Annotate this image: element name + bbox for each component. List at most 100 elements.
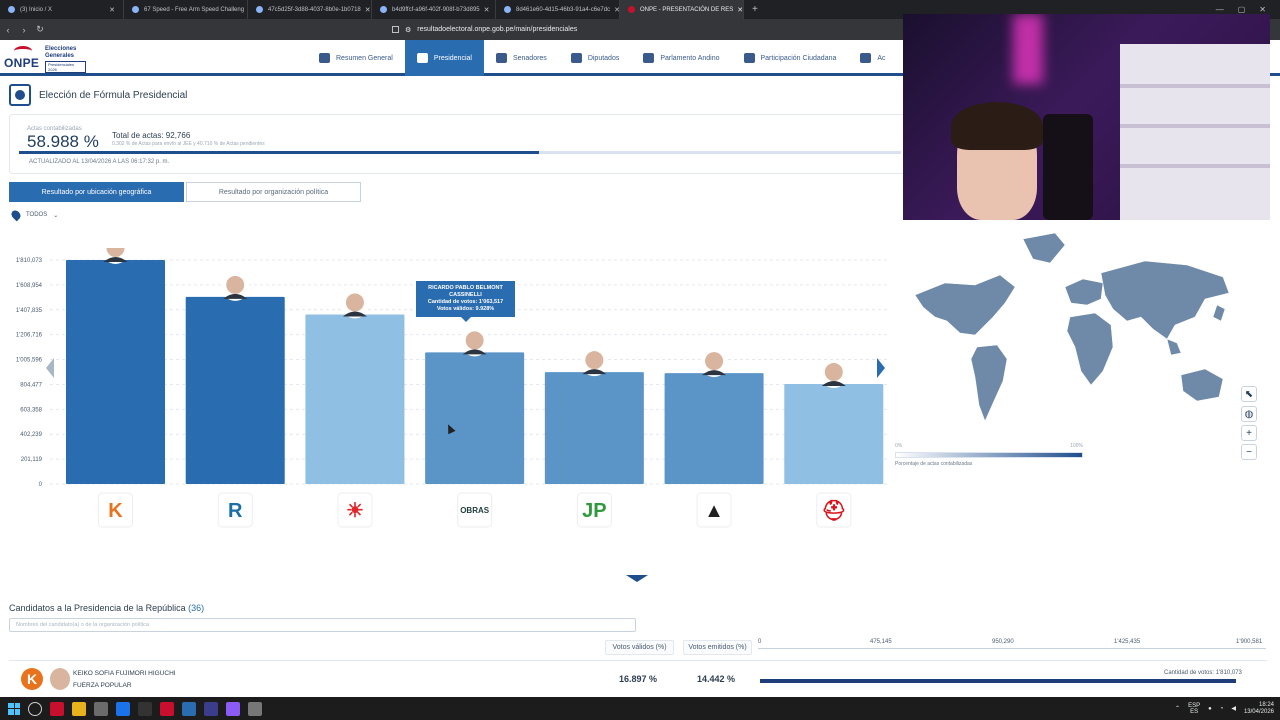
country-shape[interactable]: [1166, 338, 1182, 356]
nav-parlamento-andino[interactable]: Parlamento Andino: [631, 40, 731, 76]
candidate-search-input[interactable]: Nombres del candidato(a) o de la organiz…: [9, 618, 636, 632]
app-icon[interactable]: [138, 701, 152, 716]
browser-tab[interactable]: 47c5d25f-3d88-4037-8b0e-1b0718 ✕: [248, 0, 372, 19]
party-logo-icon: OBRAS: [460, 506, 490, 515]
country-shape[interactable]: [1212, 304, 1226, 322]
tab-geographic[interactable]: Resultado por ubicación geográfica: [9, 182, 184, 202]
forward-icon[interactable]: ›: [16, 25, 32, 35]
total-actas: Total de actas: 92,766: [112, 131, 191, 140]
minimize-icon[interactable]: —: [1216, 5, 1224, 14]
volume-icon[interactable]: ◀: [1231, 705, 1236, 712]
app-icon[interactable]: [226, 701, 240, 716]
col-emitted-votes[interactable]: Votos emitidos (%): [683, 640, 752, 655]
bookmark-icon[interactable]: [392, 26, 399, 33]
nav-actas[interactable]: Ac: [848, 40, 897, 76]
app-icon[interactable]: [182, 701, 196, 716]
col-valid-votes[interactable]: Votos válidos (%): [605, 640, 674, 655]
country-shape[interactable]: [1022, 232, 1066, 264]
browser-tab[interactable]: b4d9ffcf-a96f-402f-908f-b73d895 ✕: [372, 0, 496, 19]
webcam-overlay: [903, 14, 1270, 220]
close-window-icon[interactable]: ✕: [1259, 5, 1266, 14]
map-reset-icon[interactable]: ⬉: [1241, 386, 1257, 402]
chrome-icon[interactable]: [116, 701, 130, 716]
start-icon[interactable]: [8, 702, 20, 715]
close-icon[interactable]: ✕: [105, 6, 115, 14]
app-icon[interactable]: [204, 701, 218, 716]
maximize-icon[interactable]: ▢: [1238, 5, 1246, 14]
updated-timestamp: ACTUALIZADO AL 13/04/2026 A LAS 06:17:32…: [29, 159, 170, 165]
nav-diputados[interactable]: Diputados: [559, 40, 632, 76]
candidate-row[interactable]: K KEIKO SOFIA FUJIMORI HIGUCHI FUERZA PO…: [9, 660, 1267, 696]
browser-tab[interactable]: (3) Inicio / X ✕: [0, 0, 124, 19]
bar: [544, 372, 644, 484]
clock[interactable]: 18:24 13/04/2026: [1244, 702, 1274, 716]
back-icon[interactable]: ‹: [0, 25, 16, 35]
logo-arc-icon: [14, 46, 32, 56]
y-tick-label: 603,358: [20, 407, 42, 413]
candidate-photo: [50, 668, 70, 690]
party-logo-icon: ⛑: [821, 499, 846, 522]
url-field[interactable]: ⚙ resultadoelectoral.onpe.gob.pe/main/pr…: [392, 26, 577, 34]
browser-tab[interactable]: 8d461e60-4d15-46b3-91a4-c6e7dc ✕: [496, 0, 620, 19]
app-icon[interactable]: [248, 701, 262, 716]
y-tick-label: 201,119: [21, 457, 43, 463]
search-icon[interactable]: [28, 701, 42, 716]
folder-icon[interactable]: [72, 701, 86, 716]
emitted-votes-pct: 14.442 %: [697, 674, 736, 684]
y-tick-label: 0: [39, 482, 43, 488]
chart-tooltip: RICARDO PABLO BELMONT CASSINELLI Cantida…: [416, 281, 515, 322]
nav-presidencial[interactable]: Presidencial: [404, 40, 484, 76]
nav-participacion-ciudadana[interactable]: Participación Ciudadana: [732, 40, 849, 76]
chart-next-arrow-icon[interactable]: [877, 358, 885, 378]
chart-prev-arrow-icon[interactable]: [46, 358, 54, 378]
globe-icon[interactable]: ◍: [1241, 406, 1257, 422]
valid-votes-pct: 16.897 %: [619, 674, 658, 684]
country-shape[interactable]: [1180, 368, 1224, 402]
app-icon[interactable]: [94, 701, 108, 716]
country-shape[interactable]: [970, 344, 1008, 422]
nav-senadores[interactable]: Senadores: [484, 40, 559, 76]
party-logo-icon: R: [228, 500, 243, 522]
app-icon[interactable]: [160, 701, 174, 716]
browser-tab[interactable]: 67 Speed - Free Arm Speed Challeng✕: [124, 0, 248, 19]
nav-resumen-general[interactable]: Resumen General: [307, 40, 405, 76]
country-shape[interactable]: [1064, 278, 1104, 306]
actas-percent: 58.988 %: [27, 132, 99, 151]
new-tab-icon[interactable]: +: [744, 4, 766, 15]
result-tabs: Resultado por ubicación geográfica Resul…: [9, 182, 361, 202]
close-icon[interactable]: ✕: [361, 6, 371, 14]
country-shape[interactable]: [914, 274, 1016, 336]
bar: [66, 260, 165, 484]
close-icon[interactable]: ✕: [733, 6, 743, 14]
checkbox-icon: [860, 53, 872, 63]
close-icon[interactable]: ✕: [610, 6, 619, 14]
zoom-out-icon[interactable]: −: [1241, 444, 1257, 460]
site-info-icon[interactable]: ⚙: [405, 26, 411, 34]
tab-favicon-icon: [132, 6, 139, 13]
system-tray: ⌃ ESP ES ● ◔ ◀ 18:24 13/04/2026: [1175, 702, 1280, 716]
onpe-logo[interactable]: ONPE Elecciones Generales Presidenciales…: [4, 44, 86, 73]
close-icon[interactable]: ✕: [480, 6, 490, 14]
page-title-row: Elección de Fórmula Presidencial: [9, 84, 187, 106]
browser-tab-active[interactable]: ONPE - PRESENTACIÓN DE RES ✕: [620, 0, 744, 19]
tab-political-org[interactable]: Resultado por organización política: [186, 182, 361, 202]
country-shape[interactable]: [1066, 312, 1114, 386]
location-filter[interactable]: TODOS ⌄: [9, 208, 58, 222]
microphone-icon[interactable]: ●: [1208, 706, 1212, 712]
scroll-down-arrow-icon[interactable]: [626, 575, 648, 582]
map-legend: 0% 100% Porcentaje de actas contabilizada…: [895, 443, 1083, 467]
legend-gradient: [895, 452, 1083, 458]
language-indicator[interactable]: ESP ES: [1188, 703, 1200, 715]
presidential-seal-icon: [9, 84, 31, 106]
country-shape[interactable]: [1100, 260, 1230, 340]
zoom-in-icon[interactable]: +: [1241, 425, 1257, 441]
chevron-up-icon[interactable]: ⌃: [1175, 705, 1180, 712]
window-controls: — ▢ ✕: [1216, 5, 1280, 14]
tab-favicon-icon: [380, 6, 387, 13]
wifi-icon[interactable]: ◔: [1220, 706, 1224, 712]
world-map-svg: [914, 232, 1230, 422]
reload-icon[interactable]: ↻: [32, 24, 48, 35]
world-map[interactable]: [905, 225, 1245, 455]
actas-progress-bar: [19, 151, 901, 154]
app-icon[interactable]: [50, 701, 64, 716]
